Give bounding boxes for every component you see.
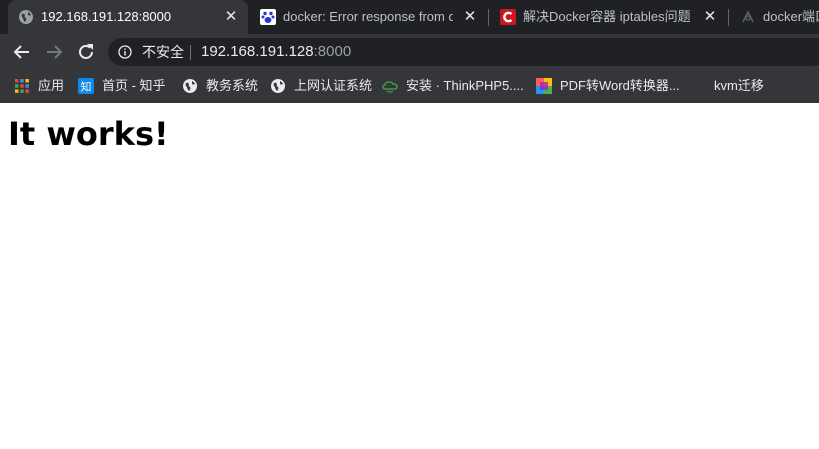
reload-icon[interactable] (74, 40, 98, 64)
apps-grid-icon (15, 79, 29, 93)
tab-separator (728, 9, 729, 26)
tab-title: 192.168.191.128:8000 (41, 9, 172, 24)
url-port: :8000 (313, 43, 352, 60)
bookmark-label: 首页 - 知乎 (102, 78, 166, 93)
close-tab-icon[interactable]: ✕ (701, 8, 719, 26)
back-arrow-icon[interactable] (10, 40, 34, 64)
baidu-paw-icon (260, 9, 276, 25)
tab-iptables[interactable]: 解决Docker容器 iptables问题--- ✕ (490, 0, 726, 34)
tab-strip: 192.168.191.128:8000 ✕ docker: Error res… (0, 0, 819, 34)
globe-icon (19, 10, 33, 24)
tab-docker-port[interactable]: docker端口 (730, 0, 819, 34)
color-blocks-icon (536, 78, 552, 94)
bookmark-label: 教务系统 (206, 78, 259, 93)
bookmark-label: kvm迁移 (714, 78, 764, 93)
loading-icon (742, 10, 754, 23)
tab-separator (488, 9, 489, 26)
thinkphp-cloud-icon (382, 81, 398, 93)
tab-title: docker: Error response from da (283, 9, 453, 24)
zhihu-icon: 知 (78, 78, 94, 94)
address-bar[interactable]: 不安全 192.168.191.128:8000 (108, 38, 819, 66)
forward-arrow-icon[interactable] (42, 40, 66, 64)
bookmark-label: PDF转Word转换器... (560, 78, 680, 93)
tab-active[interactable]: 192.168.191.128:8000 ✕ (8, 0, 248, 34)
tab-title: docker端口 (763, 9, 819, 24)
bookmark-label: 上网认证系统 (294, 78, 373, 93)
info-icon[interactable] (118, 45, 132, 59)
csdn-c-icon (500, 9, 516, 25)
close-tab-icon[interactable]: ✕ (222, 8, 240, 26)
globe-icon (271, 79, 285, 93)
bookmarks-bar: 应用 知 首页 - 知乎 教务系统 上网认证系统 安装 · ThinkPHP5.… (0, 70, 819, 103)
blank-page-icon (693, 79, 704, 93)
page-content: It works! (0, 103, 819, 449)
bookmark-label: 应用 (38, 78, 65, 93)
page-heading: It works! (8, 115, 169, 153)
security-status-label[interactable]: 不安全 (142, 44, 184, 60)
tab-docker-error[interactable]: docker: Error response from da ✕ (250, 0, 486, 34)
toolbar: 不安全 192.168.191.128:8000 (0, 34, 819, 70)
url-host: 192.168.191.128 (201, 43, 314, 60)
url-text[interactable]: 192.168.191.128:8000 (201, 43, 351, 61)
tab-title: 解决Docker容器 iptables问题--- (523, 9, 691, 24)
globe-icon (183, 79, 197, 93)
svg-text:知: 知 (81, 80, 92, 94)
close-tab-icon[interactable]: ✕ (461, 8, 479, 26)
bookmark-label: 安装 · ThinkPHP5.... (406, 78, 524, 93)
omnibox-divider (190, 45, 191, 60)
